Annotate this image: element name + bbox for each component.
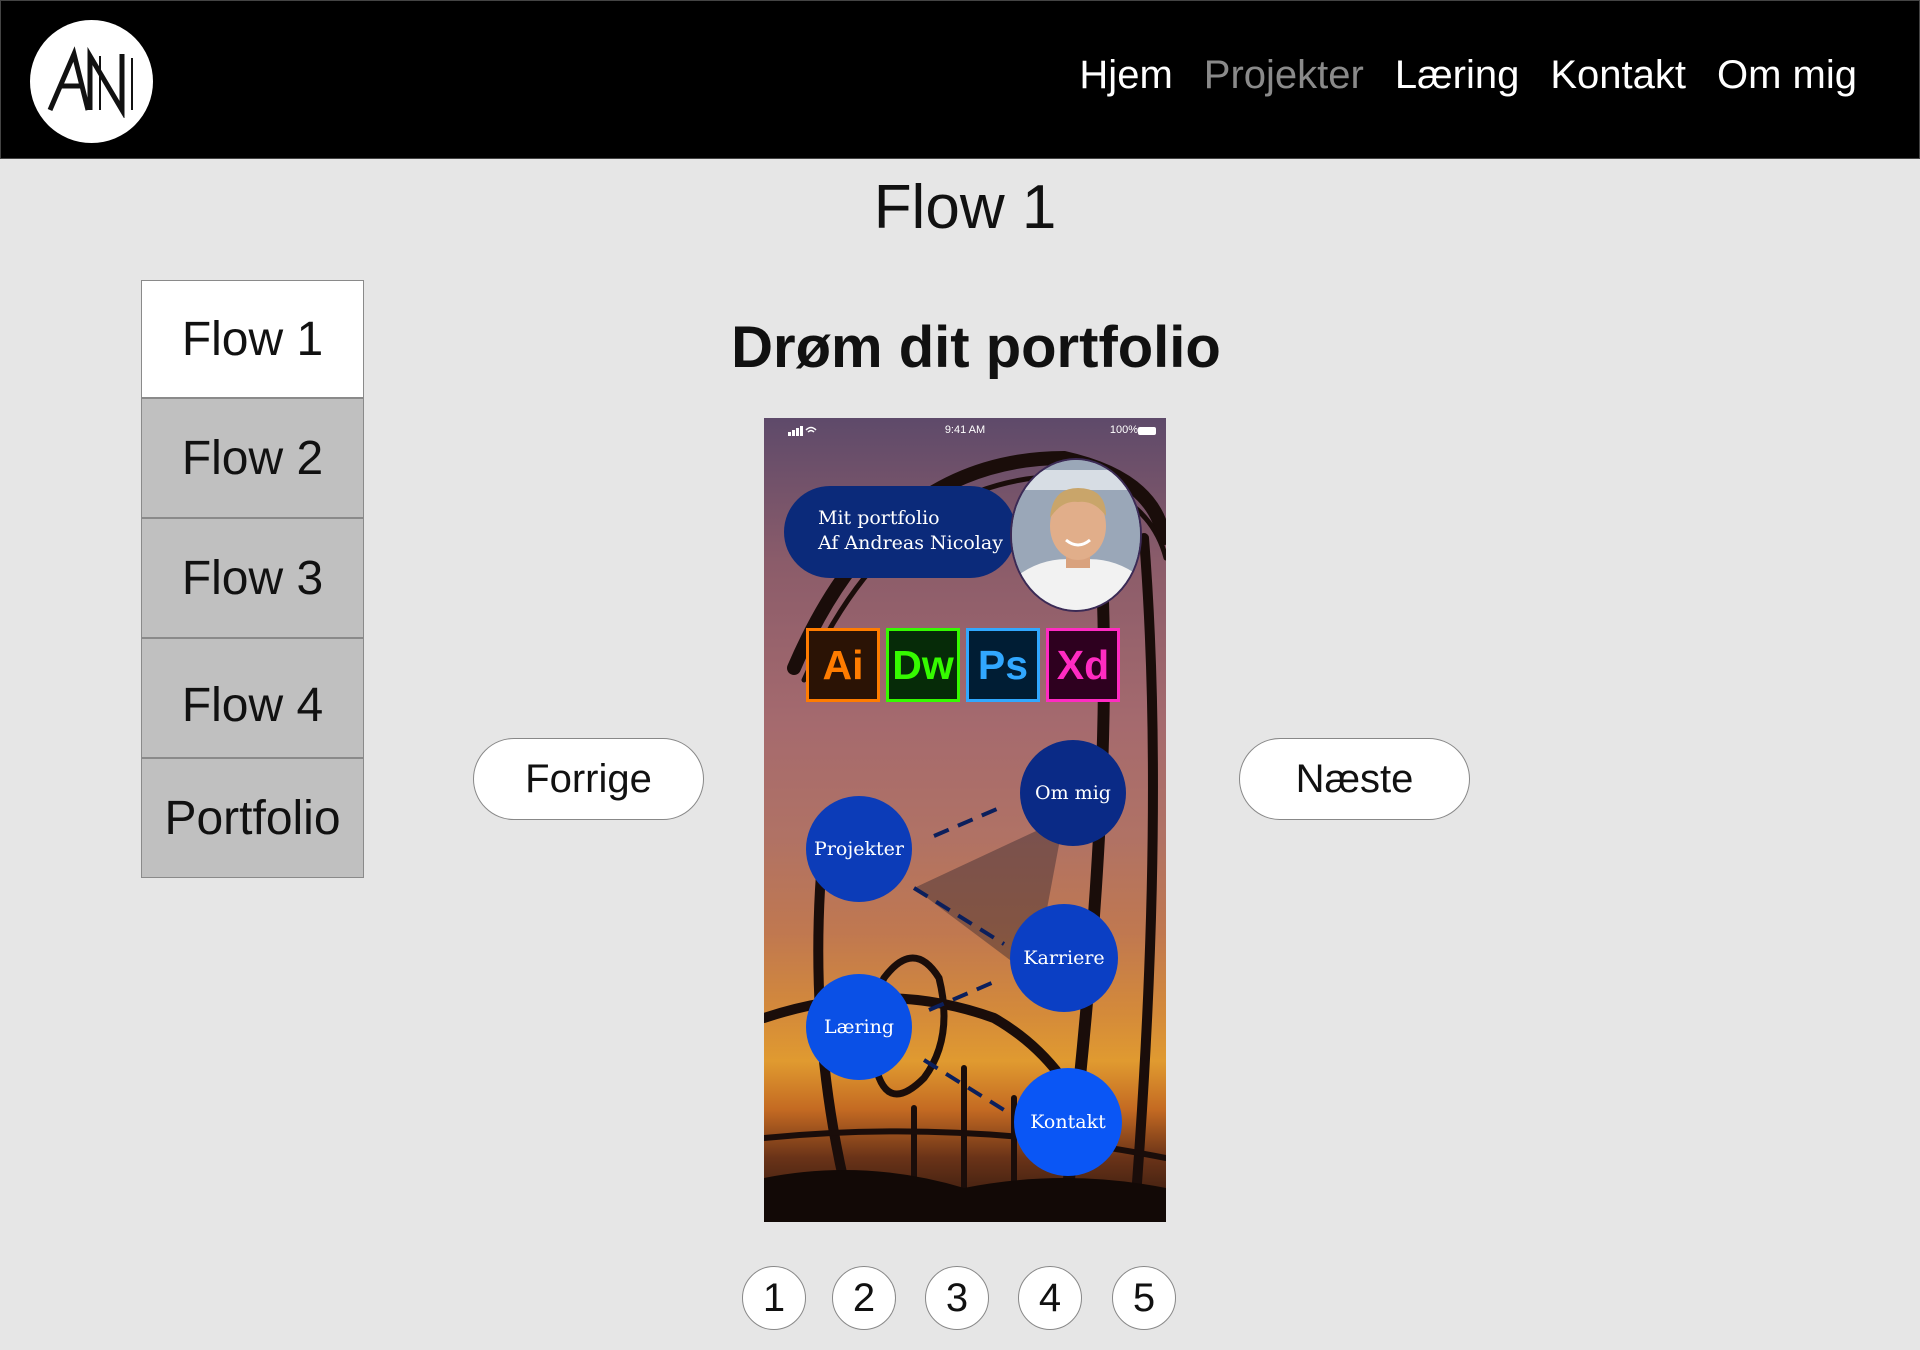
node-om-mig[interactable]: Om mig xyxy=(1020,740,1126,846)
sidebar-item-flow-3[interactable]: Flow 3 xyxy=(141,518,364,638)
nav-kontakt[interactable]: Kontakt xyxy=(1550,53,1686,98)
logo-mark-icon xyxy=(47,45,133,118)
logo[interactable] xyxy=(30,20,153,143)
page-button-2[interactable]: 2 xyxy=(832,1266,896,1330)
page-button-1[interactable]: 1 xyxy=(742,1266,806,1330)
node-karriere[interactable]: Karriere xyxy=(1010,904,1118,1012)
nav-om-mig[interactable]: Om mig xyxy=(1717,53,1857,98)
main-nav: Hjem Projekter Læring Kontakt Om mig xyxy=(1079,53,1857,98)
slide-title: Drøm dit portfolio xyxy=(731,315,1221,380)
node-laering[interactable]: Læring xyxy=(806,974,912,1080)
sidebar-item-flow-4[interactable]: Flow 4 xyxy=(141,638,364,758)
page-title: Flow 1 xyxy=(873,173,1057,242)
page-button-5[interactable]: 5 xyxy=(1112,1266,1176,1330)
nav-hjem[interactable]: Hjem xyxy=(1079,53,1172,98)
nav-laering[interactable]: Læring xyxy=(1395,53,1520,98)
sidebar-item-portfolio[interactable]: Portfolio xyxy=(141,758,364,878)
nav-projekter[interactable]: Projekter xyxy=(1204,53,1364,98)
node-kontakt[interactable]: Kontakt xyxy=(1014,1068,1122,1176)
top-navbar: Hjem Projekter Læring Kontakt Om mig xyxy=(0,0,1920,159)
node-projekter[interactable]: Projekter xyxy=(806,796,912,902)
phone-mockup: 9:41 AM 100% Mit portfolio Af Andreas Ni… xyxy=(764,418,1166,1222)
page-button-3[interactable]: 3 xyxy=(925,1266,989,1330)
sidebar-item-flow-2[interactable]: Flow 2 xyxy=(141,398,364,518)
prev-button[interactable]: Forrige xyxy=(473,738,704,820)
page-button-4[interactable]: 4 xyxy=(1018,1266,1082,1330)
next-button[interactable]: Næste xyxy=(1239,738,1470,820)
